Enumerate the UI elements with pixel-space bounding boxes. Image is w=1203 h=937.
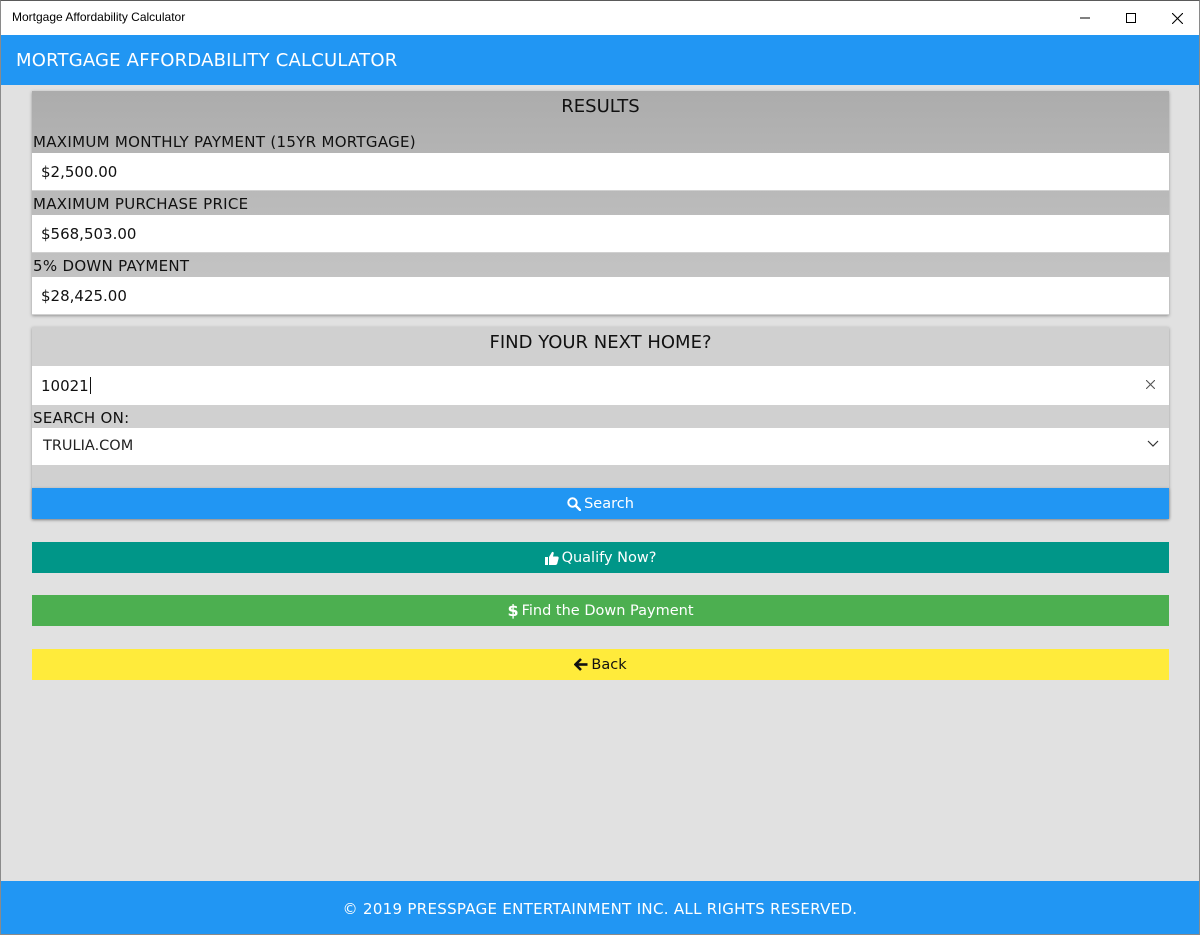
back-button[interactable]: Back [32, 649, 1169, 680]
down-payment-label: 5% DOWN PAYMENT [33, 257, 190, 275]
chevron-down-icon [1147, 440, 1159, 447]
results-heading: RESULTS [561, 96, 640, 117]
search-site-value: TRULIA.COM [43, 438, 134, 454]
qualify-now-button[interactable]: Qualify Now? [32, 542, 1169, 573]
maximize-icon [1126, 13, 1136, 23]
text-caret [89, 377, 91, 394]
maximize-button[interactable] [1108, 1, 1154, 35]
search-button-label: Search [584, 495, 634, 512]
qualify-now-label: Qualify Now? [561, 549, 657, 566]
purchase-price-field[interactable]: $568,503.00 [32, 215, 1169, 253]
close-button[interactable] [1154, 1, 1199, 35]
find-down-payment-label: Find the Down Payment [521, 602, 694, 619]
monthly-payment-label: MAXIMUM MONTHLY PAYMENT (15YR MORTGAGE) [33, 133, 416, 151]
dollar-icon: $ [507, 601, 519, 620]
app-header: MORTGAGE AFFORDABILITY CALCULATOR [1, 35, 1199, 85]
search-site-select[interactable]: TRULIA.COM [32, 428, 1169, 465]
search-on-label: SEARCH ON: [33, 409, 130, 427]
app-window: Mortgage Affordability Calculator MORTGA… [0, 0, 1200, 935]
search-button[interactable]: Search [32, 488, 1169, 519]
down-payment-field[interactable]: $28,425.00 [32, 277, 1169, 315]
clear-input-button[interactable] [1143, 377, 1157, 391]
purchase-price-label: MAXIMUM PURCHASE PRICE [33, 195, 249, 213]
monthly-payment-value: $2,500.00 [41, 163, 118, 181]
purchase-price-value: $568,503.00 [41, 225, 137, 243]
copyright-text: © 2019 PRESSPAGE ENTERTAINMENT INC. ALL … [342, 899, 858, 918]
back-button-label: Back [591, 656, 627, 673]
window-title: Mortgage Affordability Calculator [12, 10, 186, 24]
close-icon [1171, 12, 1183, 24]
arrow-left-icon [574, 658, 588, 671]
clear-icon [1145, 379, 1155, 389]
app-title: MORTGAGE AFFORDABILITY CALCULATOR [16, 50, 398, 71]
find-home-heading: FIND YOUR NEXT HOME? [489, 332, 712, 353]
minimize-button[interactable] [1062, 1, 1108, 35]
results-card: RESULTS MAXIMUM MONTHLY PAYMENT (15YR MO… [32, 91, 1169, 315]
search-icon [567, 496, 582, 511]
monthly-payment-field[interactable]: $2,500.00 [32, 153, 1169, 191]
zip-code-value: 10021 [41, 377, 89, 395]
zip-code-input[interactable]: 10021 [32, 366, 1169, 405]
thumbs-up-icon [544, 551, 559, 565]
find-down-payment-button[interactable]: $ Find the Down Payment [32, 595, 1169, 626]
footer: © 2019 PRESSPAGE ENTERTAINMENT INC. ALL … [1, 881, 1199, 934]
minimize-icon [1080, 17, 1090, 19]
title-bar: Mortgage Affordability Calculator [1, 1, 1199, 35]
down-payment-value: $28,425.00 [41, 287, 127, 305]
